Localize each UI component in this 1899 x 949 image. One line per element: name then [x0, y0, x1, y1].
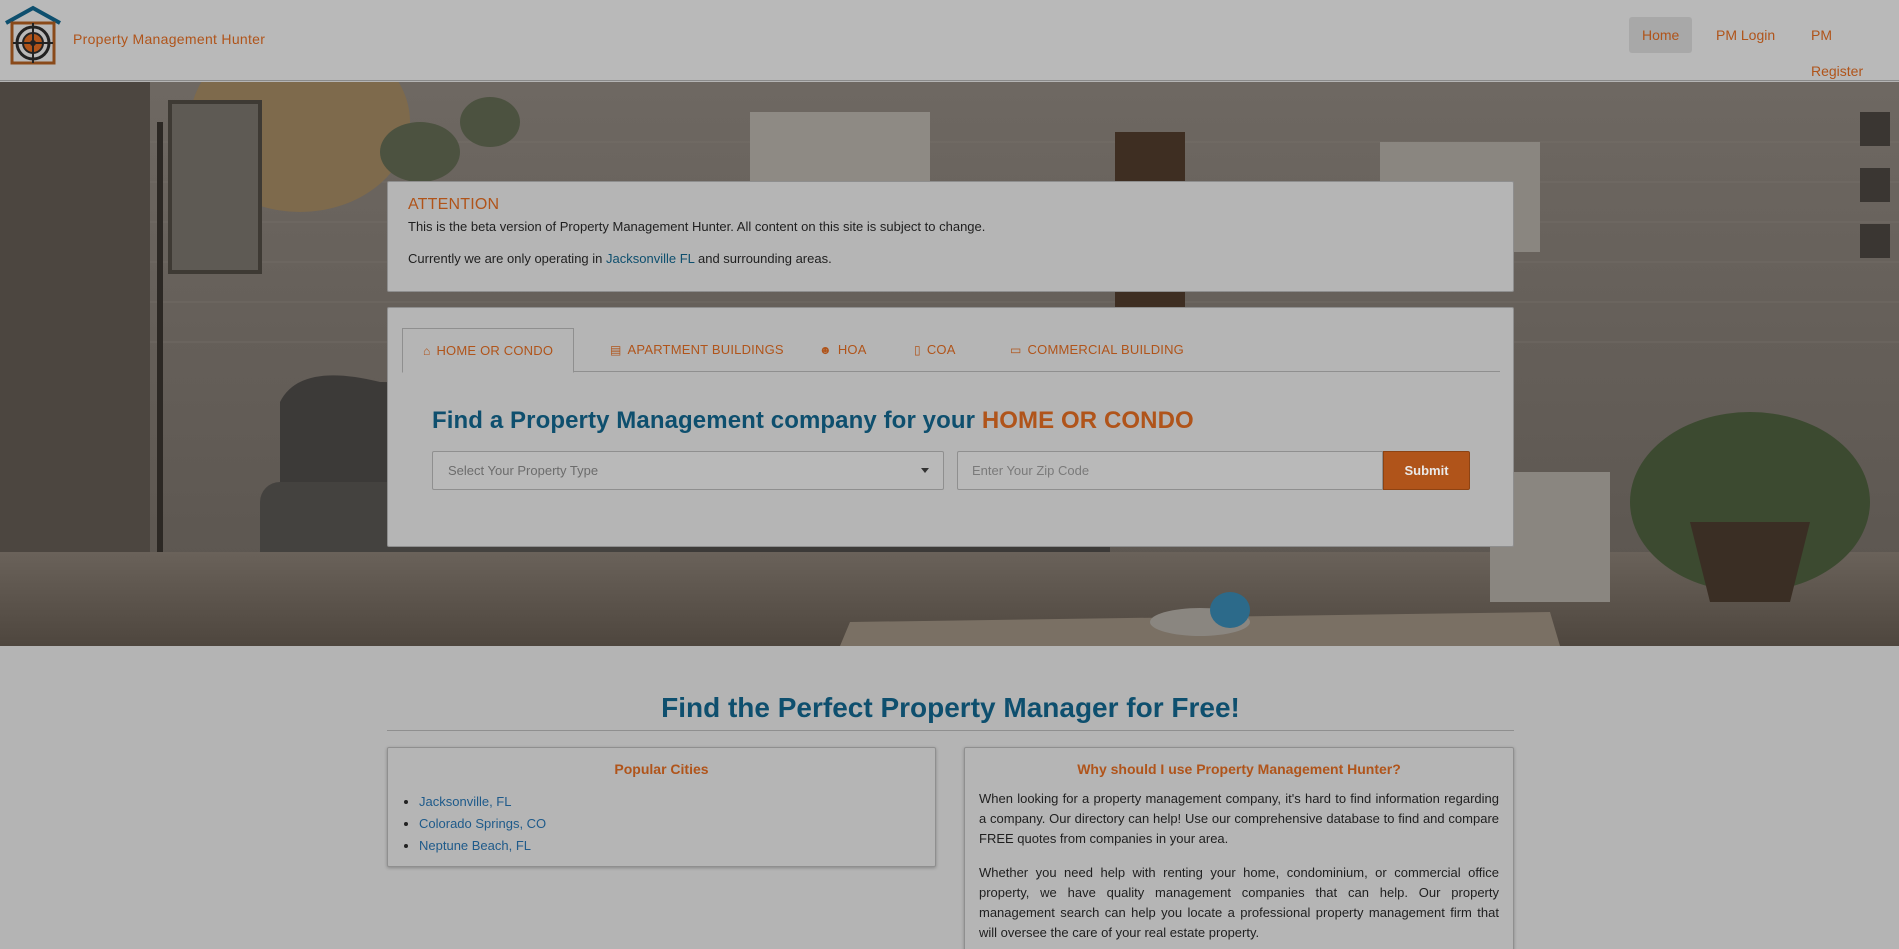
attention-location-text: Currently we are only operating in Jacks… [408, 251, 1493, 266]
why-use-card: Why should I use Property Management Hun… [964, 747, 1514, 949]
property-type-select[interactable]: Select Your Property Type [432, 451, 944, 490]
submit-button[interactable]: Submit [1383, 451, 1470, 490]
tab-coa[interactable]: ▯ COA [914, 328, 956, 372]
tab-label: COMMERCIAL BUILDING [1027, 342, 1184, 357]
jacksonville-link[interactable]: Jacksonville FL [606, 251, 694, 266]
city-list: Jacksonville, FL Colorado Springs, CO Ne… [419, 791, 935, 857]
attention-beta-text: This is the beta version of Property Man… [408, 219, 986, 234]
nav-pm-login[interactable]: PM Login [1703, 17, 1788, 53]
tab-label: APARTMENT BUILDINGS [627, 342, 784, 357]
logo-icon[interactable] [3, 5, 63, 67]
tab-label: HOME OR CONDO [436, 343, 554, 358]
list-item: Colorado Springs, CO [419, 813, 935, 835]
search-heading: Find a Property Management company for y… [432, 407, 1194, 435]
attention-title: ATTENTION [408, 196, 500, 213]
briefcase-icon: ▭ [1010, 343, 1022, 357]
building-icon: ▤ [610, 343, 622, 357]
why-paragraph-1: When looking for a property management c… [979, 791, 1499, 846]
property-type-tabs: ⌂ HOME OR CONDO ▤ APARTMENT BUILDINGS ☻ HOA… [402, 322, 1500, 373]
building-icon: ▯ [914, 343, 921, 357]
list-item: Neptune Beach, FL [419, 835, 935, 857]
city-link-colorado-springs[interactable]: Colorado Springs, CO [419, 816, 546, 831]
search-panel: ⌂ HOME OR CONDO ▤ APARTMENT BUILDINGS ☻ HOA… [387, 307, 1514, 547]
tab-hoa[interactable]: ☻ HOA [819, 328, 867, 372]
why-paragraph-2: Whether you need help with renting your … [979, 865, 1499, 940]
select-placeholder: Select Your Property Type [448, 463, 599, 478]
tab-label: HOA [837, 342, 867, 357]
users-icon: ☻ [819, 343, 832, 357]
brand-name[interactable]: Property Management Hunter [73, 31, 265, 47]
location-suffix: and surrounding areas. [694, 251, 832, 266]
caret-down-icon [921, 468, 929, 473]
tab-commercial-building[interactable]: ▭ COMMERCIAL BUILDING [1010, 328, 1184, 372]
popular-cities-title: Popular Cities [614, 761, 709, 777]
nav-home[interactable]: Home [1629, 17, 1693, 53]
site-header: Property Management Hunter Home PM Login… [0, 0, 1899, 81]
tab-apartment-buildings[interactable]: ▤ APARTMENT BUILDINGS [610, 328, 784, 372]
home-icon: ⌂ [423, 344, 431, 358]
nav-pm-register[interactable]: PM Register [1798, 17, 1899, 79]
heading-prefix: Find a Property Management company for y… [432, 407, 982, 434]
zip-code-input[interactable] [957, 451, 1383, 490]
city-link-jacksonville[interactable]: Jacksonville, FL [419, 794, 511, 809]
popular-cities-card: Popular Cities Jacksonville, FL Colorado… [387, 747, 936, 867]
location-prefix: Currently we are only operating in [408, 251, 606, 266]
heading-highlight: HOME OR CONDO [981, 407, 1194, 434]
list-item: Jacksonville, FL [419, 791, 935, 813]
tab-home-or-condo[interactable]: ⌂ HOME OR CONDO [402, 328, 575, 373]
why-use-title: Why should I use Property Management Hun… [1077, 761, 1401, 777]
city-link-neptune-beach[interactable]: Neptune Beach, FL [419, 838, 531, 853]
tab-label: COA [926, 342, 956, 357]
attention-notice: ATTENTION This is the beta version of Pr… [387, 181, 1514, 292]
page-heading: Find the Perfect Property Manager for Fr… [387, 692, 1514, 731]
